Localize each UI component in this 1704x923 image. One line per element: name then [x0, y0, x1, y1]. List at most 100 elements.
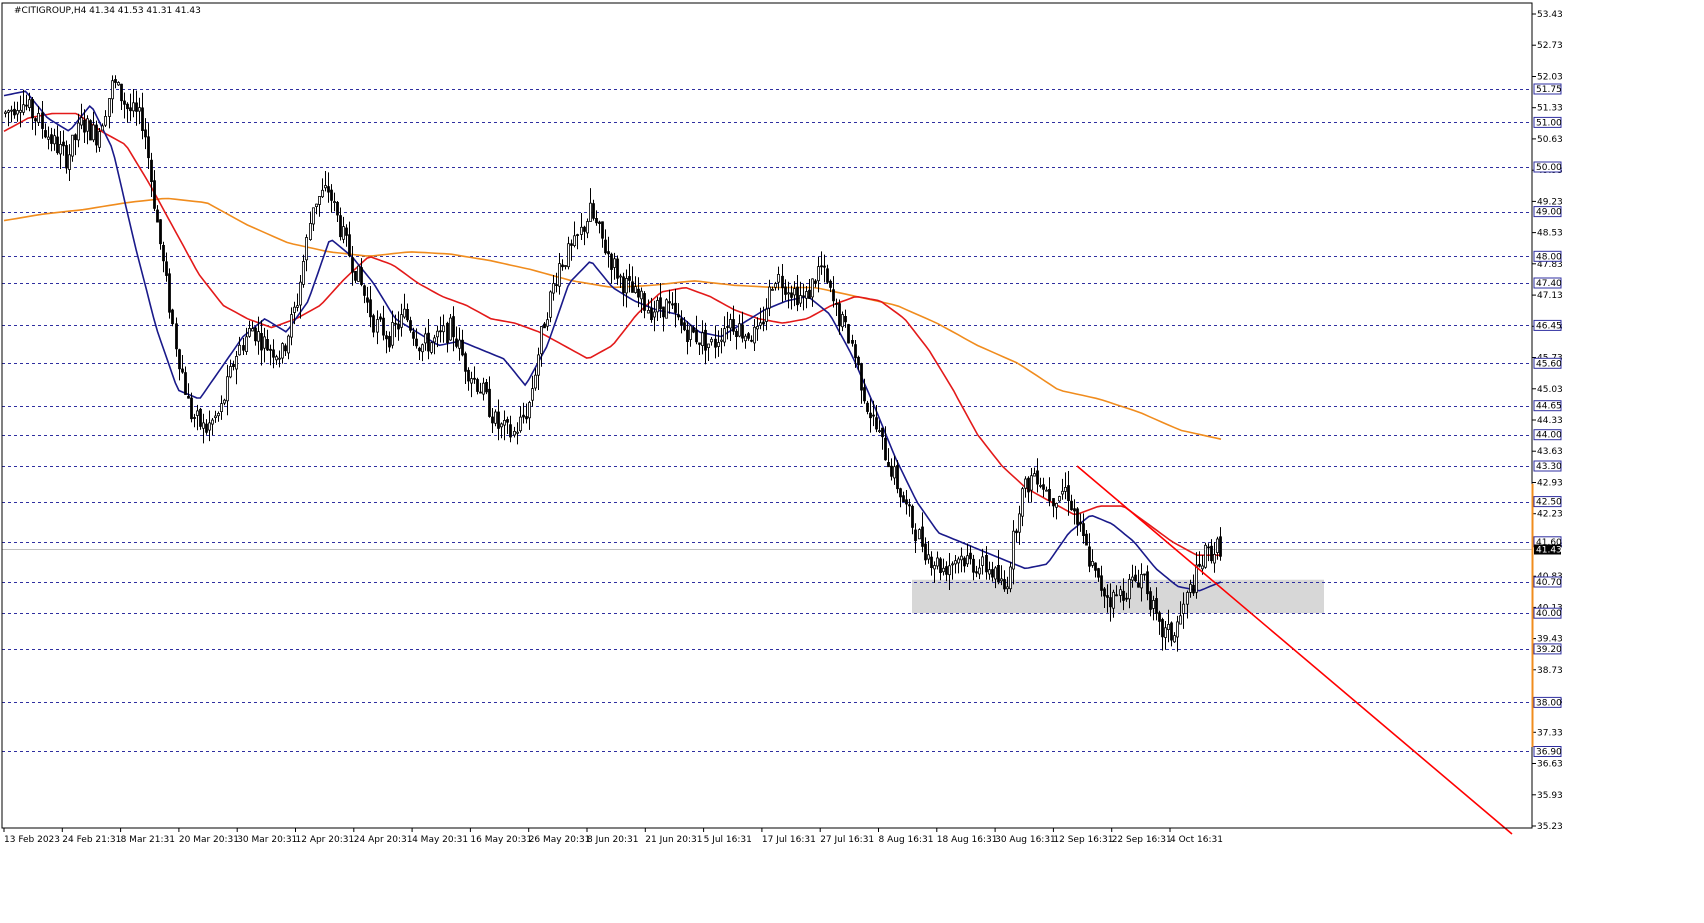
- candle-body: [287, 335, 290, 354]
- candle-body: [570, 243, 573, 246]
- level-price-tag: 42.50: [1533, 496, 1562, 508]
- level-tag-label: 39.20: [1536, 645, 1562, 655]
- candle-body: [1115, 594, 1118, 597]
- level-tag-label: 36.90: [1536, 748, 1562, 758]
- candle-body: [714, 338, 717, 348]
- candle-body: [1006, 586, 1009, 590]
- level-price-tag: 49.00: [1533, 206, 1562, 218]
- y-tick-label: 38.73: [1537, 666, 1563, 676]
- candle-body: [921, 526, 924, 547]
- candle-body: [211, 419, 214, 425]
- candle-body: [187, 395, 190, 399]
- candle-body: [759, 322, 762, 326]
- candle-body: [1170, 622, 1173, 641]
- candle-body: [1131, 576, 1134, 581]
- candle-body: [1152, 600, 1155, 609]
- candle-body: [357, 265, 360, 282]
- candle-body: [1027, 477, 1030, 493]
- candle-body: [101, 125, 104, 131]
- candle-body: [936, 557, 939, 567]
- candle-body: [814, 280, 817, 284]
- candle-body: [994, 567, 997, 580]
- candle-body: [1003, 579, 1006, 590]
- candle-body: [911, 505, 914, 528]
- candle-body: [552, 283, 555, 294]
- level-tag-label: 47.40: [1536, 279, 1562, 289]
- candle-body: [272, 349, 275, 358]
- candle-body: [470, 378, 473, 384]
- candle-body: [144, 129, 147, 138]
- candle-body: [1088, 546, 1091, 567]
- chart-title: #CITIGROUP,H4 41.34 41.53 41.31 41.43: [14, 6, 201, 16]
- candle-body: [296, 305, 299, 308]
- candle-body: [394, 322, 397, 325]
- level-tag-label: 43.30: [1536, 462, 1562, 472]
- level-tag-label: 51.75: [1536, 85, 1562, 95]
- candle-body: [829, 280, 832, 288]
- candle-body: [1103, 588, 1106, 597]
- candle-body: [1079, 521, 1082, 525]
- candle-body: [1039, 484, 1042, 487]
- candle-body: [567, 243, 570, 268]
- candle: [357, 265, 360, 282]
- level-price-tag: 46.45: [1533, 319, 1562, 331]
- candle-body: [726, 326, 729, 328]
- candle-body: [631, 281, 634, 293]
- candle-body: [1137, 582, 1140, 588]
- candle-body: [235, 355, 238, 370]
- candle-body: [869, 412, 872, 419]
- candle-body: [899, 488, 902, 498]
- candle-body: [787, 292, 790, 295]
- candle-body: [111, 80, 114, 100]
- candle-body: [184, 372, 187, 395]
- candle-body: [41, 112, 44, 129]
- candle-body: [68, 154, 71, 170]
- candle-body: [619, 275, 622, 278]
- candle-body: [71, 134, 74, 157]
- candle-body: [735, 330, 738, 337]
- x-tick-label: 13 Feb 2023: [4, 835, 60, 845]
- candle-body: [674, 302, 677, 313]
- candle-body: [147, 136, 150, 159]
- candle-body: [1155, 598, 1158, 614]
- candle-body: [528, 402, 531, 419]
- candle: [494, 409, 497, 427]
- candle-body: [464, 353, 467, 372]
- level-tag-label: 45.60: [1536, 359, 1562, 369]
- candle-body: [930, 556, 933, 568]
- candle-body: [1012, 530, 1015, 570]
- candle-body: [126, 103, 129, 110]
- candle-body: [278, 357, 281, 360]
- candle-body: [522, 414, 525, 418]
- x-tick-label: 8 Aug 16:31: [879, 835, 934, 845]
- candle-body: [171, 309, 174, 325]
- candle-body: [312, 207, 315, 225]
- x-tick-label: 4 Oct 16:31: [1170, 835, 1223, 845]
- y-tick-label: 52.03: [1537, 73, 1563, 83]
- candle-body: [1070, 500, 1073, 511]
- candle-body: [640, 290, 643, 300]
- candle-body: [1021, 488, 1024, 517]
- level-tag-label: 46.45: [1536, 321, 1562, 331]
- candle-body: [854, 344, 857, 359]
- candle-body: [369, 299, 372, 318]
- candle-body: [988, 569, 991, 575]
- candle-body: [698, 342, 701, 345]
- candle-body: [25, 104, 28, 107]
- level-price-tag: 48.00: [1533, 250, 1562, 262]
- candle-body: [1213, 554, 1216, 564]
- candle-body: [866, 402, 869, 412]
- candle-body: [95, 124, 98, 146]
- candle-body: [1100, 575, 1103, 591]
- level-tag-label: 44.00: [1536, 431, 1562, 441]
- candle-body: [1182, 603, 1185, 614]
- candle-body: [491, 416, 494, 424]
- candle-body: [972, 558, 975, 573]
- candle-body: [1198, 563, 1201, 567]
- candle-body: [290, 314, 293, 338]
- candle-body: [449, 317, 452, 341]
- candle-body: [22, 104, 25, 113]
- candle-body: [1076, 508, 1079, 525]
- price-chart[interactable]: 53.4352.7352.0351.3350.6349.9349.2348.53…: [0, 0, 1704, 923]
- candle-body: [1146, 571, 1149, 595]
